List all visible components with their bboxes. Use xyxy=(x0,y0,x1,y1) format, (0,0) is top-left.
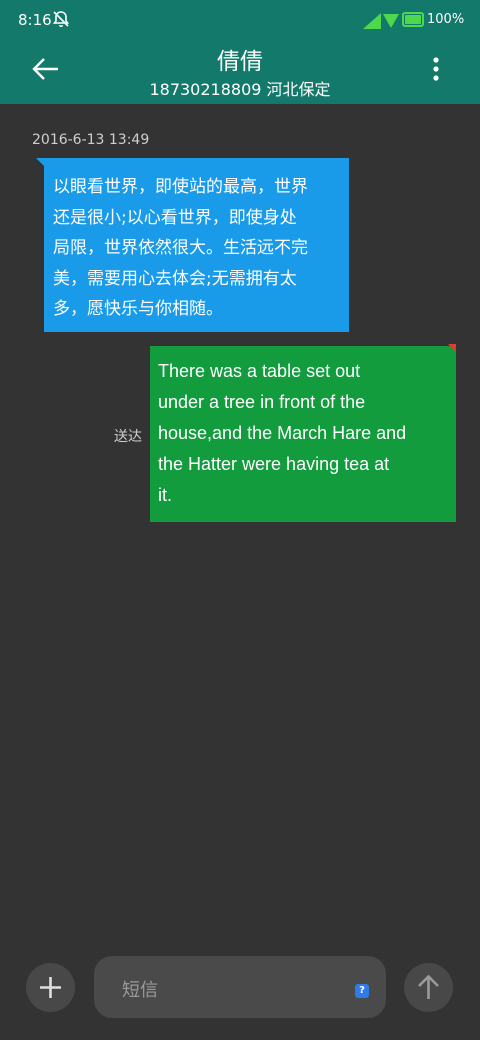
status-time: 8:16 xyxy=(18,11,52,29)
message-line: under a tree in front of the xyxy=(158,392,366,412)
wifi-icon xyxy=(383,14,399,28)
status-bar: 8:16 100% xyxy=(0,0,480,40)
arrow-up-icon xyxy=(418,974,439,999)
bubble-tail xyxy=(36,158,44,166)
message-line: 多，愿快乐与你相随。 xyxy=(53,299,223,319)
contact-name: 倩倩 xyxy=(217,49,263,75)
add-attachment-button[interactable] xyxy=(26,963,75,1012)
message-input-placeholder: 短信 xyxy=(122,980,158,1001)
incoming-message-bubble[interactable]: 以眼看世界，即使站的最高，世界 还是很小;以心看世界，即使身处 局限，世界依然很… xyxy=(36,158,349,332)
message-line: the Hatter were having tea at xyxy=(158,454,390,474)
send-button[interactable] xyxy=(404,963,453,1012)
signal-icon xyxy=(363,13,381,29)
contact-detail: 18730218809 河北保定 xyxy=(149,80,331,99)
battery-icon xyxy=(402,12,424,27)
bubble-tail xyxy=(448,344,456,352)
message-line: 美，需要用心去体会;无需拥有太 xyxy=(53,268,297,289)
message-input[interactable]: 短信 ? xyxy=(94,956,386,1018)
message-timestamp: 2016-6-13 13:49 xyxy=(32,132,150,148)
message-line: 还是很小;以心看世界，即使身处 xyxy=(53,207,297,228)
message-line: There was a table set out xyxy=(158,361,361,381)
message-line: it. xyxy=(158,485,173,505)
bell-muted-icon xyxy=(52,11,70,27)
plus-icon xyxy=(40,977,61,998)
message-line: 局限，世界依然很大。生活远不完 xyxy=(53,238,308,258)
battery-percent: 100% xyxy=(427,12,465,27)
outgoing-message-bubble[interactable]: There was a table set out under a tree i… xyxy=(150,344,456,522)
delivery-status: 送达 xyxy=(114,429,142,445)
battery-fill xyxy=(405,15,421,24)
message-line: house,and the March Hare and xyxy=(158,423,407,443)
help-icon[interactable]: ? xyxy=(355,984,369,998)
more-vertical-icon[interactable] xyxy=(426,56,446,82)
message-line: 以眼看世界，即使站的最高，世界 xyxy=(53,177,308,197)
